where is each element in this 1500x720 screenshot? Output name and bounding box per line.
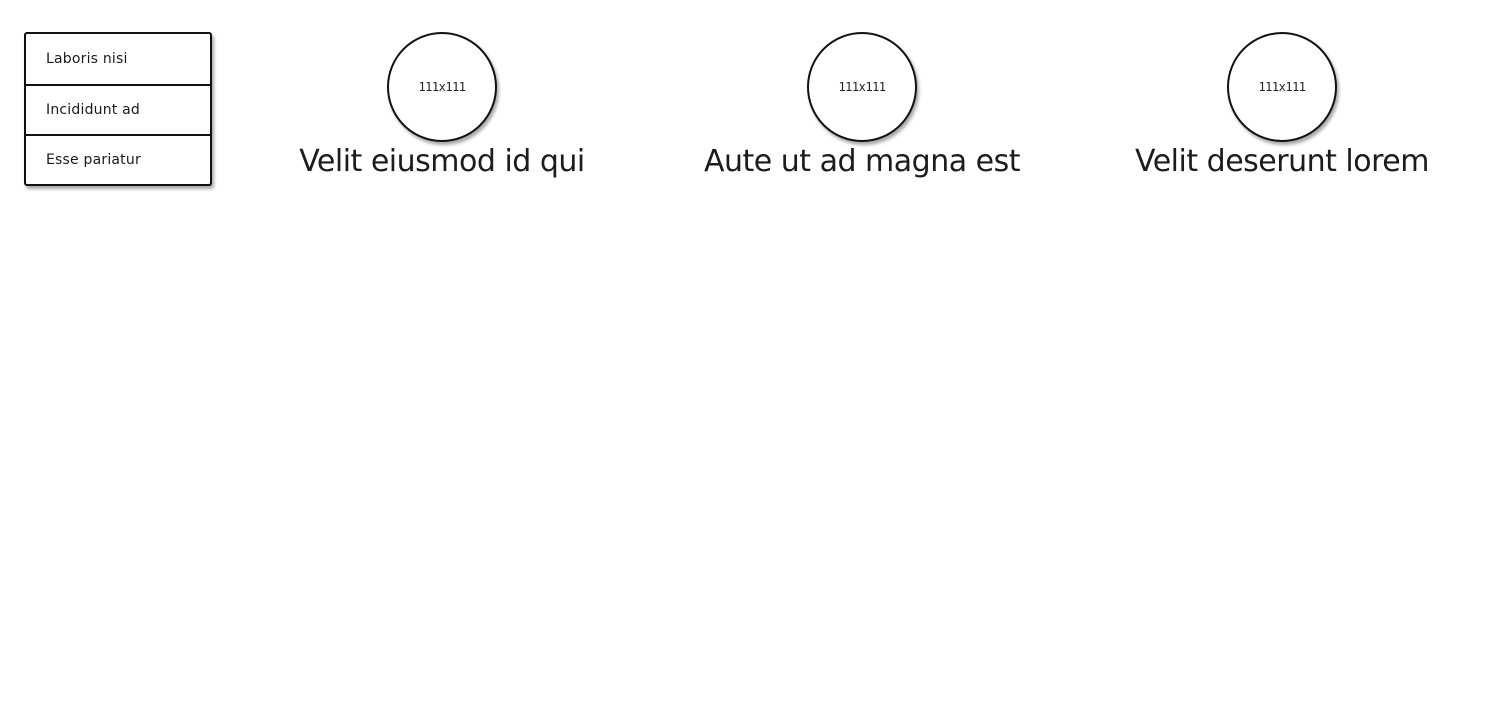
avatar-image-placeholder[interactable]: 111x111 xyxy=(1227,32,1337,142)
image-placeholder-label: 111x111 xyxy=(418,80,466,94)
menu-item-laboris-nisi[interactable]: Laboris nisi xyxy=(26,34,210,84)
avatar-image-placeholder[interactable]: 111x111 xyxy=(807,32,917,142)
card-title: Velit deserunt lorem xyxy=(1135,144,1429,179)
menu-item-label: Laboris nisi xyxy=(46,51,128,67)
avatar-image-placeholder[interactable]: 111x111 xyxy=(387,32,497,142)
profile-card: 111x111 Velit eiusmod id qui xyxy=(282,32,602,192)
image-placeholder-label: 111x111 xyxy=(1258,80,1306,94)
profile-card: 111x111 Velit deserunt lorem xyxy=(1122,32,1442,192)
menu-item-incididunt-ad[interactable]: Incididunt ad xyxy=(26,84,210,134)
image-placeholder-label: 111x111 xyxy=(838,80,886,94)
profile-card: 111x111 Aute ut ad magna est xyxy=(702,32,1022,192)
side-menu: Laboris nisi Incididunt ad Esse pariatur xyxy=(24,32,212,186)
card-title: Aute ut ad magna est xyxy=(703,144,1021,179)
card-title: Velit eiusmod id qui xyxy=(299,144,585,179)
menu-item-label: Incididunt ad xyxy=(46,102,141,118)
menu-item-esse-pariatur[interactable]: Esse pariatur xyxy=(26,134,210,184)
menu-item-label: Esse pariatur xyxy=(46,152,141,168)
